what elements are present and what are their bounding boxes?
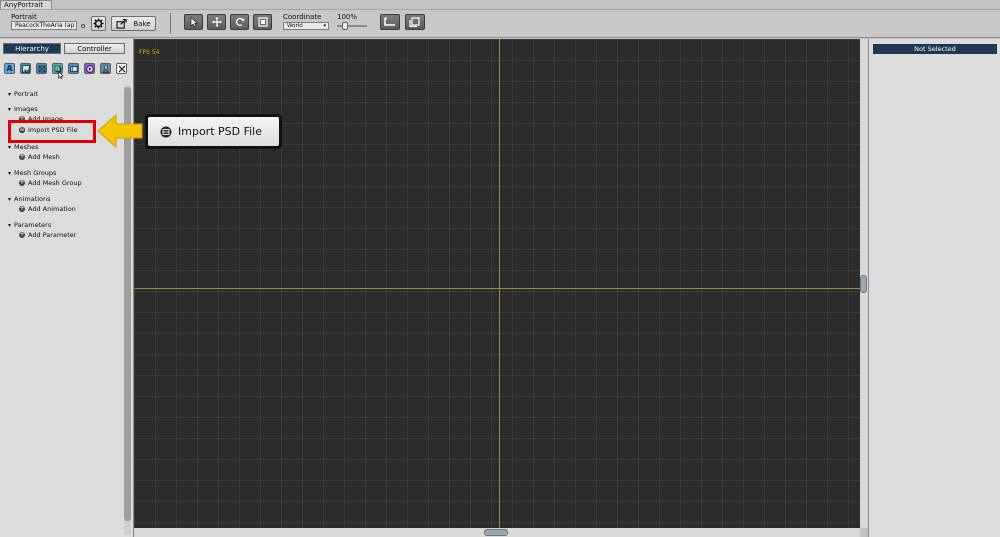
workspace-canvas[interactable]: FPS 54	[134, 39, 860, 528]
bone-icon	[384, 17, 395, 26]
animation-icon[interactable]	[68, 63, 79, 74]
canvas-h-scrollbar[interactable]	[134, 528, 860, 537]
gear-icon	[93, 18, 104, 29]
image-glyph	[21, 64, 30, 73]
fps-counter: FPS 54	[139, 49, 160, 56]
tab-controller-label: Controller	[77, 45, 112, 53]
plus-icon: +	[19, 205, 25, 212]
play-icon[interactable]	[84, 63, 95, 74]
image-icon[interactable]	[20, 63, 31, 74]
tree-meshes[interactable]: ▾ Meshes	[8, 143, 39, 152]
canvas-v-scrollbar[interactable]	[860, 39, 868, 528]
move-tool-button[interactable]	[207, 14, 226, 30]
tree-portrait-label: Portrait	[14, 90, 38, 98]
close-box-icon[interactable]	[116, 63, 127, 74]
tree-images-label: Images	[14, 105, 38, 113]
select-arrow-icon	[190, 17, 198, 27]
select-tool-button[interactable]	[184, 14, 203, 30]
add-animation-label: Add Animation	[28, 205, 76, 213]
callout-inner: Import PSD File	[148, 117, 279, 146]
render-option-button[interactable]	[405, 14, 425, 30]
tree-meshes-label: Meshes	[14, 143, 39, 151]
layers-icon	[409, 17, 420, 27]
tree-mesh-groups-label: Mesh Groups	[14, 169, 57, 177]
tab-controller[interactable]: Controller	[64, 43, 125, 54]
add-mesh-group-label: Add Mesh Group	[28, 179, 82, 187]
coordinate-select-value: World	[287, 23, 303, 29]
animation-glyph	[69, 65, 78, 72]
window-title: AnyPortrait	[4, 1, 44, 9]
tree-animations-label: Animations	[14, 195, 51, 203]
tree-parameters[interactable]: ▾ Parameters	[8, 221, 51, 230]
add-animation-button[interactable]: + Add Animation	[19, 205, 76, 213]
tree-images[interactable]: ▾ Images	[8, 105, 38, 114]
plus-icon: +	[19, 153, 25, 160]
tab-hierarchy-label: Hierarchy	[15, 45, 49, 53]
add-mesh-group-button[interactable]: + Add Mesh Group	[19, 179, 82, 187]
add-mesh-button[interactable]: + Add Mesh	[19, 153, 60, 161]
person-glyph	[102, 64, 109, 73]
zoom-slider[interactable]	[337, 22, 367, 30]
x-glyph	[118, 65, 125, 72]
plus-icon: +	[19, 179, 25, 186]
onion-skin-button[interactable]	[380, 14, 400, 30]
bake-button[interactable]: Bake	[111, 16, 156, 31]
mesh-glyph	[38, 65, 45, 72]
add-mesh-label: Add Mesh	[28, 153, 60, 161]
psd-icon	[160, 126, 172, 137]
portrait-label: Portrait	[11, 13, 37, 21]
callout-box: Import PSD File	[145, 114, 282, 149]
portrait-suffix: o	[81, 22, 86, 30]
right-panel-header: Not Selected	[873, 44, 997, 54]
mesh-icon[interactable]	[36, 63, 47, 74]
export-icon	[116, 18, 127, 29]
right-panel: Not Selected	[868, 39, 1000, 537]
toolbar: Portrait PeacockTheAria (ap o Bake Coord…	[0, 10, 1000, 38]
zoom-label: 100%	[337, 13, 358, 21]
scale-icon	[257, 17, 268, 27]
settings-button[interactable]	[91, 16, 106, 31]
tree-portrait[interactable]: ▾ Portrait	[8, 90, 38, 99]
bake-label: Bake	[133, 19, 151, 28]
plus-icon: +	[19, 231, 25, 238]
chevron-down-icon: ▾	[323, 23, 326, 29]
add-parameter-button[interactable]: + Add Parameter	[19, 231, 76, 239]
coordinate-label: Coordinate	[283, 13, 322, 21]
x-axis-line	[134, 288, 860, 289]
cursor-glyph	[58, 70, 64, 79]
left-scrollbar-thumb[interactable]	[124, 87, 131, 521]
mouse-cursor-icon	[58, 70, 64, 81]
coordinate-select[interactable]: World ▾	[283, 22, 329, 30]
toolbar-divider	[170, 13, 171, 34]
scale-tool-button[interactable]	[253, 14, 272, 30]
portrait-select-value: PeacockTheAria (ap	[15, 22, 75, 29]
highlight-box	[8, 120, 96, 143]
rotate-tool-button[interactable]	[230, 14, 249, 30]
left-scrollbar[interactable]	[124, 85, 131, 535]
add-parameter-label: Add Parameter	[28, 231, 77, 239]
tree-parameters-label: Parameters	[14, 221, 52, 229]
play-glyph	[85, 64, 94, 73]
tree-mesh-groups[interactable]: ▾ Mesh Groups	[8, 169, 56, 178]
callout-label: Import PSD File	[178, 125, 262, 138]
tab-hierarchy[interactable]: Hierarchy	[3, 43, 61, 54]
tree-animations[interactable]: ▾ Animations	[8, 195, 51, 204]
person-icon[interactable]	[100, 63, 111, 74]
rotate-icon	[235, 17, 244, 26]
portrait-select[interactable]: PeacockTheAria (ap	[11, 21, 77, 30]
zoom-slider-handle[interactable]	[342, 22, 348, 30]
canvas-v-scrollbar-thumb[interactable]	[860, 275, 867, 293]
y-axis-line	[499, 39, 500, 528]
move-icon	[211, 17, 222, 27]
canvas-h-scrollbar-thumb[interactable]	[484, 529, 508, 536]
yellow-arrow-icon	[97, 113, 143, 149]
text-icon[interactable]: A	[4, 63, 15, 74]
